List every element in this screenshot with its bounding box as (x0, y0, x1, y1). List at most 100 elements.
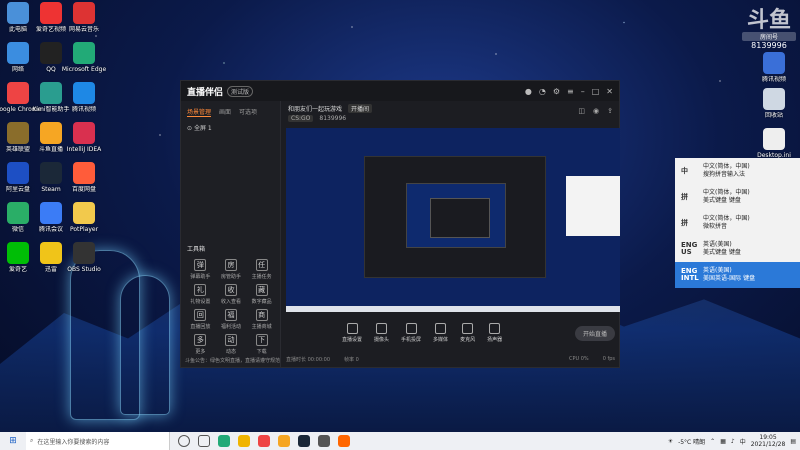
maximize-icon[interactable]: □ (592, 87, 600, 96)
record-icon[interactable]: ◉ (593, 107, 599, 115)
tool-item[interactable]: 收收入查看 (216, 284, 247, 305)
steam-taskbar-icon[interactable] (298, 435, 310, 447)
sidebar-tab[interactable]: 画面 (219, 107, 231, 117)
control-icon (405, 323, 417, 334)
share-icon[interactable]: ⇪ (607, 107, 613, 115)
desktop-icon[interactable]: 百度网盘 (60, 162, 108, 193)
close-icon[interactable]: ✕ (606, 87, 613, 96)
tool-item[interactable]: 任主播任务 (246, 259, 277, 280)
desktop-icon-label: 百度网盘 (71, 186, 96, 193)
app-icon (40, 82, 62, 104)
control-button[interactable]: 手机投屏 (401, 323, 421, 343)
tray-expand-icon[interactable]: ⌃ (710, 438, 715, 445)
ime-option[interactable]: ENG INTL 英语(美国) 美国英语-国际 键盘 (675, 262, 800, 288)
control-button[interactable]: 扬声器 (487, 323, 502, 343)
control-button[interactable]: 麦克风 (460, 323, 475, 343)
app-taskbar-icon[interactable] (318, 435, 330, 447)
notification-icon[interactable]: ◔ (539, 87, 546, 96)
tool-label: 主播任务 (251, 274, 272, 280)
desktop-icon-label: 腾讯视频 (71, 106, 96, 113)
notification-center-icon[interactable]: ▤ (790, 438, 796, 445)
app-logo: 直播伴侣 (187, 87, 224, 98)
ime-option[interactable]: ENG US 英语(美国) 美式键盘 键盘 (675, 236, 800, 262)
desktop-icon-label: Microsoft Edge (61, 66, 107, 73)
app-icon (40, 162, 62, 184)
tool-item[interactable]: 弹弹幕助手 (185, 259, 216, 280)
streamer-app-window[interactable]: 直播伴侣 测试版 ● ◔ ⚙ ≡ – □ ✕ 场景管理 画面 可选项 ⊙ 全屏 1 … (180, 80, 620, 368)
douyu-watermark: 斗鱼 房间号 8139996 (742, 10, 796, 50)
ime-option[interactable]: 拼 中文(简体，中国) 美式键盘 键盘 (675, 184, 800, 210)
search-box[interactable]: ⌕ 在这里输入你要搜索的内容 (26, 432, 170, 450)
weather-text[interactable]: -5°C 晴朗 (678, 437, 705, 446)
start-button[interactable]: ⊞ (0, 432, 26, 450)
desktop-icon[interactable]: 回收站 (750, 88, 798, 119)
tool-item[interactable]: 礼礼物设置 (185, 284, 216, 305)
sidebar-tab[interactable]: 可选项 (239, 107, 257, 117)
control-button[interactable]: 多媒体 (433, 323, 448, 343)
control-bar: 直播设置 摄像头 手机投屏 多媒体 麦克风 扬声器 开始直播 (286, 321, 615, 345)
tool-item[interactable]: 藏数字藏品 (246, 284, 277, 305)
tool-item[interactable]: 商主播商城 (246, 309, 277, 330)
clock[interactable]: 19:05 2021/12/28 (751, 434, 786, 448)
sidebar-tab[interactable]: 场景管理 (187, 107, 212, 117)
desktop-icon[interactable]: 腾讯视频 (750, 52, 798, 83)
tool-item[interactable]: 福福利活动 (216, 309, 247, 330)
tool-item[interactable]: 房房管助手 (216, 259, 247, 280)
room-number: 8139996 (751, 41, 787, 50)
search-placeholder: 在这里输入你要搜索的内容 (37, 438, 110, 446)
gift-icon[interactable]: ◫ (578, 107, 585, 115)
start-stream-button[interactable]: 开始直播 (574, 325, 615, 341)
explorer-taskbar-icon[interactable] (238, 435, 250, 447)
volume-icon[interactable]: ♪ (731, 438, 735, 445)
tool-item[interactable]: 动动态 (216, 334, 247, 355)
header-tools: ◫ ◉ ⇪ (578, 107, 613, 115)
desktop-icon-label: PotPlayer (69, 226, 99, 233)
control-button[interactable]: 摄像头 (374, 323, 389, 343)
stream-preview[interactable] (286, 128, 620, 312)
system-tray: ☀ -5°C 晴朗 ⌃ ▦ ♪ 中 19:05 2021/12/28 ▤ (668, 434, 800, 448)
chrome-taskbar-icon[interactable] (258, 435, 270, 447)
category-chip[interactable]: CS:GO (288, 115, 314, 122)
desktop-icon[interactable]: IntelliJ IDEA (60, 122, 108, 153)
weather-icon[interactable]: ☀ (668, 438, 673, 445)
douyu-taskbar-icon[interactable] (278, 435, 290, 447)
ime-option[interactable]: 拼 中文(简体，中国) 微软拼音 (675, 210, 800, 236)
ime-option[interactable]: 中 中文(简体，中国) 搜狗拼音输入法 (675, 158, 800, 184)
viewer-count: 8139996 (319, 115, 347, 122)
desktop-icon[interactable]: Microsoft Edge (60, 42, 108, 73)
settings-icon[interactable]: ⚙ (553, 87, 560, 96)
desktop-icon[interactable]: 腾讯视频 (60, 82, 108, 113)
control-button[interactable]: 直播设置 (342, 323, 362, 343)
stream-title[interactable]: 和朋友们一起玩游戏 (288, 104, 342, 113)
tool-item[interactable]: 多更多 (185, 334, 216, 355)
room-chip[interactable]: 开播间 (348, 104, 373, 113)
ime-keyboard: 搜狗拼音输入法 (703, 171, 746, 178)
tool-item[interactable]: 下下载 (246, 334, 277, 355)
minimize-icon[interactable]: – (581, 87, 585, 96)
edge-taskbar-icon[interactable] (218, 435, 230, 447)
ime-code: 拼 (681, 192, 688, 201)
app-icon (40, 202, 62, 224)
tool-label: 动态 (225, 349, 236, 355)
tool-label: 房管助手 (220, 274, 241, 280)
desktop-icon[interactable]: OBS Studio (60, 242, 108, 273)
app-icon (73, 242, 95, 264)
menu-icon[interactable]: ≡ (567, 87, 574, 96)
streamer-taskbar-icon[interactable] (338, 435, 350, 447)
tool-label: 直播回放 (190, 324, 211, 330)
task-view-icon[interactable] (198, 435, 210, 447)
desktop-icon[interactable]: PotPlayer (60, 202, 108, 233)
desktop-icon[interactable]: Desktop.ini (750, 128, 798, 159)
tool-icon: 藏 (255, 284, 268, 296)
app-icon (73, 122, 95, 144)
language-indicator[interactable]: 中 (740, 437, 746, 446)
desktop-icon-label: OBS Studio (67, 266, 101, 273)
desktop-icon[interactable]: 网易云音乐 (60, 2, 108, 33)
cortana-icon[interactable] (178, 435, 190, 447)
tool-item[interactable]: 回直播回放 (185, 309, 216, 330)
scene-item[interactable]: ⊙ 全屏 1 (181, 120, 280, 135)
network-icon[interactable]: ▦ (720, 438, 726, 445)
app-titlebar[interactable]: 直播伴侣 测试版 ● ◔ ⚙ ≡ – □ ✕ (181, 81, 619, 101)
brand-logo: 斗鱼 (746, 8, 791, 33)
avatar[interactable]: ● (525, 87, 532, 96)
